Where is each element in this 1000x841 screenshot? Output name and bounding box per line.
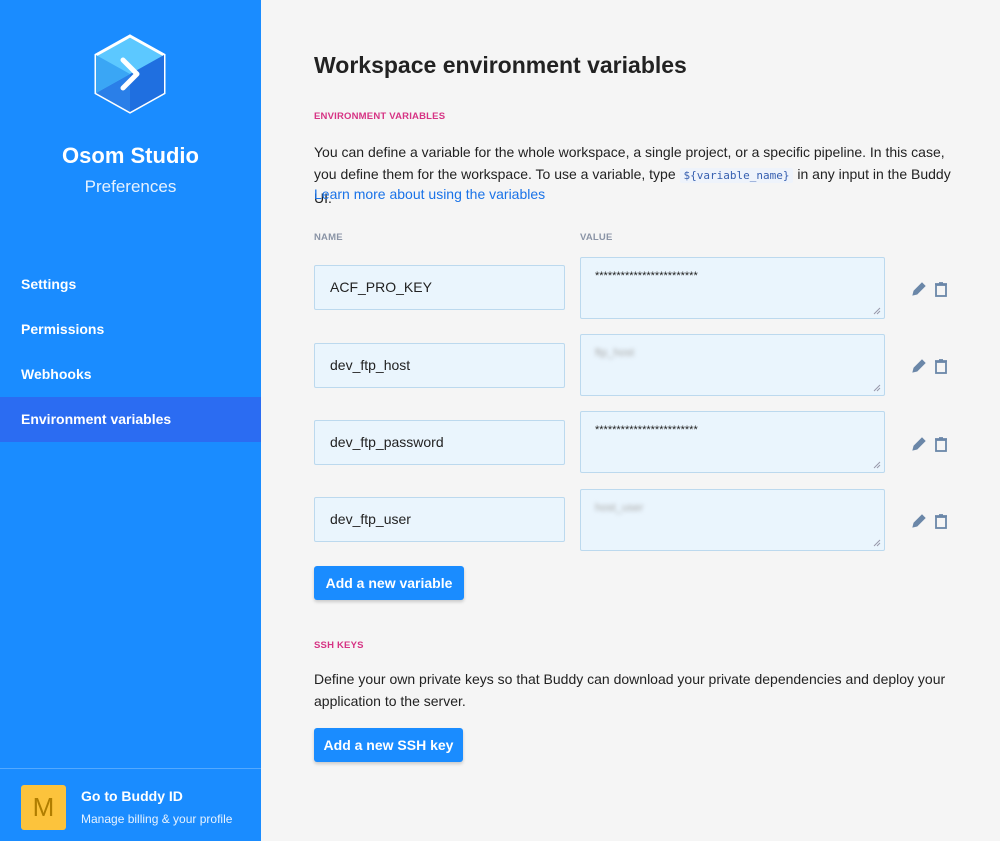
variable-value-text: ************************ (595, 424, 698, 436)
profile-subtitle: Manage billing & your profile (81, 812, 233, 826)
variable-value-field[interactable]: ************************ (580, 257, 885, 319)
resize-grip-icon[interactable] (873, 539, 881, 547)
env-section-label: ENVIRONMENT VARIABLES (314, 111, 446, 122)
sidebar-item-environment-variables[interactable]: Environment variables (0, 397, 261, 442)
buddy-logo-icon (94, 34, 166, 114)
variable-value-field[interactable]: ************************ (580, 411, 885, 473)
variable-name-field[interactable]: dev_ftp_user (314, 497, 565, 542)
main-content: Workspace environment variables ENVIRONM… (261, 0, 1000, 841)
edit-icon[interactable] (910, 280, 928, 298)
ssh-description: Define your own private keys so that Bud… (314, 671, 946, 709)
delete-icon[interactable] (932, 512, 950, 530)
sidebar-item-settings[interactable]: Settings (0, 262, 261, 307)
edit-icon[interactable] (910, 512, 928, 530)
delete-icon[interactable] (932, 280, 950, 298)
learn-more-link[interactable]: Learn more about using the variables (314, 186, 545, 202)
name-column-header: NAME (314, 232, 343, 243)
variable-name-field[interactable]: dev_ftp_password (314, 420, 565, 465)
profile-title: Go to Buddy ID (81, 788, 183, 804)
avatar: M (21, 785, 66, 830)
variable-value-field[interactable]: host_user (580, 489, 885, 551)
edit-icon[interactable] (910, 435, 928, 453)
sidebar-item-permissions[interactable]: Permissions (0, 307, 261, 352)
ssh-section-label: SSH KEYS (314, 640, 364, 651)
variable-value-text: host_user (595, 502, 644, 514)
variable-name-field[interactable]: dev_ftp_host (314, 343, 565, 388)
add-variable-button[interactable]: Add a new variable (314, 566, 464, 600)
variable-syntax-code: ${variable_name} (679, 168, 794, 183)
sidebar-nav: Settings Permissions Webhooks Environmen… (0, 262, 261, 442)
variable-value-field[interactable]: ftp_host (580, 334, 885, 396)
value-column-header: VALUE (580, 232, 613, 243)
delete-icon[interactable] (932, 435, 950, 453)
resize-grip-icon[interactable] (873, 307, 881, 315)
sidebar-subtitle: Preferences (84, 177, 177, 196)
org-name: Osom Studio (62, 143, 199, 168)
resize-grip-icon[interactable] (873, 461, 881, 469)
sidebar-item-webhooks[interactable]: Webhooks (0, 352, 261, 397)
edit-icon[interactable] (910, 357, 928, 375)
delete-icon[interactable] (932, 357, 950, 375)
add-ssh-key-button[interactable]: Add a new SSH key (314, 728, 463, 762)
buddy-id-link[interactable]: M Go to Buddy ID Manage billing & your p… (0, 768, 261, 841)
variable-name-field[interactable]: ACF_PRO_KEY (314, 265, 565, 310)
variable-value-text: ftp_host (595, 347, 635, 359)
variable-value-text: ************************ (595, 270, 698, 282)
page-title: Workspace environment variables (314, 52, 687, 78)
sidebar: Osom Studio Preferences Settings Permiss… (0, 0, 261, 841)
resize-grip-icon[interactable] (873, 384, 881, 392)
